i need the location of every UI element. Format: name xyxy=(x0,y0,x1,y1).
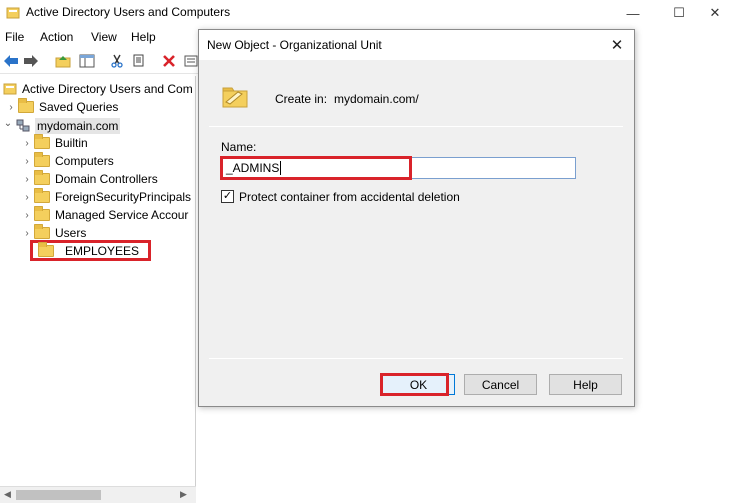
screen: Active Directory Users and Computers — ☐… xyxy=(0,0,738,503)
chevron-right-icon[interactable]: › xyxy=(20,210,34,221)
protect-deletion-label[interactable]: Protect container from accidental deleti… xyxy=(239,190,460,204)
tree-item-label: Users xyxy=(55,226,87,240)
tree-item-label: Builtin xyxy=(55,136,88,150)
tree-item-label: EMPLOYEES xyxy=(65,244,140,258)
cut-icon[interactable] xyxy=(108,52,126,70)
folder-icon xyxy=(34,188,50,203)
tree-item-foreign-security-principals[interactable]: › ForeignSecurityPrincipals xyxy=(20,188,191,206)
folder-icon xyxy=(34,224,50,239)
chevron-right-icon[interactable]: › xyxy=(20,138,34,149)
cancel-button[interactable]: Cancel xyxy=(464,374,537,395)
name-label: Name: xyxy=(221,140,257,154)
tree-item-label: Managed Service Accour xyxy=(55,208,189,222)
app-icon xyxy=(6,6,20,20)
forward-arrow-icon[interactable] xyxy=(22,52,40,70)
tree-horizontal-scrollbar[interactable]: ◀ ▶ xyxy=(0,486,196,503)
window-title: Active Directory Users and Computers xyxy=(26,5,231,19)
menu-action[interactable]: Action xyxy=(40,30,73,44)
delete-icon[interactable] xyxy=(160,52,178,70)
chevron-down-icon[interactable]: ⌄ xyxy=(1,118,15,129)
scroll-left-icon[interactable]: ◀ xyxy=(4,489,11,500)
dialog-titlebar: New Object - Organizational Unit ✕ xyxy=(199,30,634,60)
chevron-right-icon[interactable]: › xyxy=(20,192,34,203)
adcu-root-icon xyxy=(3,82,17,96)
tree-item-label: Domain Controllers xyxy=(55,172,158,186)
up-folder-icon[interactable] xyxy=(54,52,72,70)
tree-item-builtin[interactable]: › Builtin xyxy=(20,134,88,152)
dialog-title: New Object - Organizational Unit xyxy=(207,38,382,52)
tree-item-mydomain[interactable]: ⌄ mydomain.com xyxy=(1,117,121,135)
menu-view[interactable]: View xyxy=(91,30,117,44)
checkmark-icon: ✓ xyxy=(222,190,233,202)
new-ou-dialog: New Object - Organizational Unit ✕ Creat… xyxy=(198,29,635,407)
main-titlebar: Active Directory Users and Computers — ☐… xyxy=(0,0,738,26)
create-in-value: mydomain.com/ xyxy=(334,92,419,106)
folder-icon xyxy=(34,134,50,149)
scroll-thumb[interactable] xyxy=(16,490,101,500)
tree-item-saved-queries[interactable]: › Saved Queries xyxy=(4,98,118,116)
create-in-label: Create in: xyxy=(275,92,328,106)
chevron-right-icon[interactable]: › xyxy=(4,102,18,113)
chevron-right-icon[interactable]: › xyxy=(20,156,34,167)
divider xyxy=(209,126,623,127)
folder-icon xyxy=(34,206,50,221)
minimize-button[interactable]: — xyxy=(610,0,656,26)
tree-item-label: mydomain.com xyxy=(35,118,121,134)
dialog-close-button[interactable]: ✕ xyxy=(605,34,629,56)
console-tree: Active Directory Users and Com › Saved Q… xyxy=(0,76,196,486)
tree-root-label: Active Directory Users and Com xyxy=(22,82,193,96)
close-window-button[interactable]: ✕ xyxy=(692,0,738,26)
chevron-right-icon[interactable]: › xyxy=(20,174,34,185)
chevron-right-icon[interactable]: › xyxy=(20,228,34,239)
tree-item-label: Computers xyxy=(55,154,114,168)
tree-item-managed-service-accounts[interactable]: › Managed Service Accour xyxy=(20,206,188,224)
protect-deletion-checkbox[interactable]: ✓ xyxy=(221,190,234,203)
copy-icon[interactable] xyxy=(130,52,148,70)
show-console-tree-icon[interactable] xyxy=(78,52,96,70)
toolbar xyxy=(0,50,200,74)
highlight-name-input xyxy=(220,156,412,180)
ou-folder-icon xyxy=(34,170,50,185)
menu-help[interactable]: Help xyxy=(131,30,156,44)
highlight-ok-button xyxy=(380,373,449,396)
tree-root[interactable]: Active Directory Users and Com xyxy=(3,80,193,98)
tree-item-label: ForeignSecurityPrincipals xyxy=(55,190,192,204)
tree-item-computers[interactable]: › Computers xyxy=(20,152,114,170)
folder-icon xyxy=(34,152,50,167)
domain-icon xyxy=(15,119,31,133)
scroll-right-icon[interactable]: ▶ xyxy=(180,489,187,500)
divider xyxy=(209,358,623,359)
help-button[interactable]: Help xyxy=(549,374,622,395)
menu-file[interactable]: File xyxy=(5,30,24,44)
close-icon: ✕ xyxy=(610,37,624,54)
folder-icon xyxy=(18,98,34,113)
back-arrow-icon[interactable] xyxy=(2,52,20,70)
tree-item-label: Saved Queries xyxy=(39,100,119,114)
tree-item-employees[interactable]: EMPLOYEES xyxy=(38,242,139,260)
tree-item-domain-controllers[interactable]: › Domain Controllers xyxy=(20,170,158,188)
ou-folder-icon xyxy=(220,82,252,112)
ou-folder-icon xyxy=(38,242,54,257)
